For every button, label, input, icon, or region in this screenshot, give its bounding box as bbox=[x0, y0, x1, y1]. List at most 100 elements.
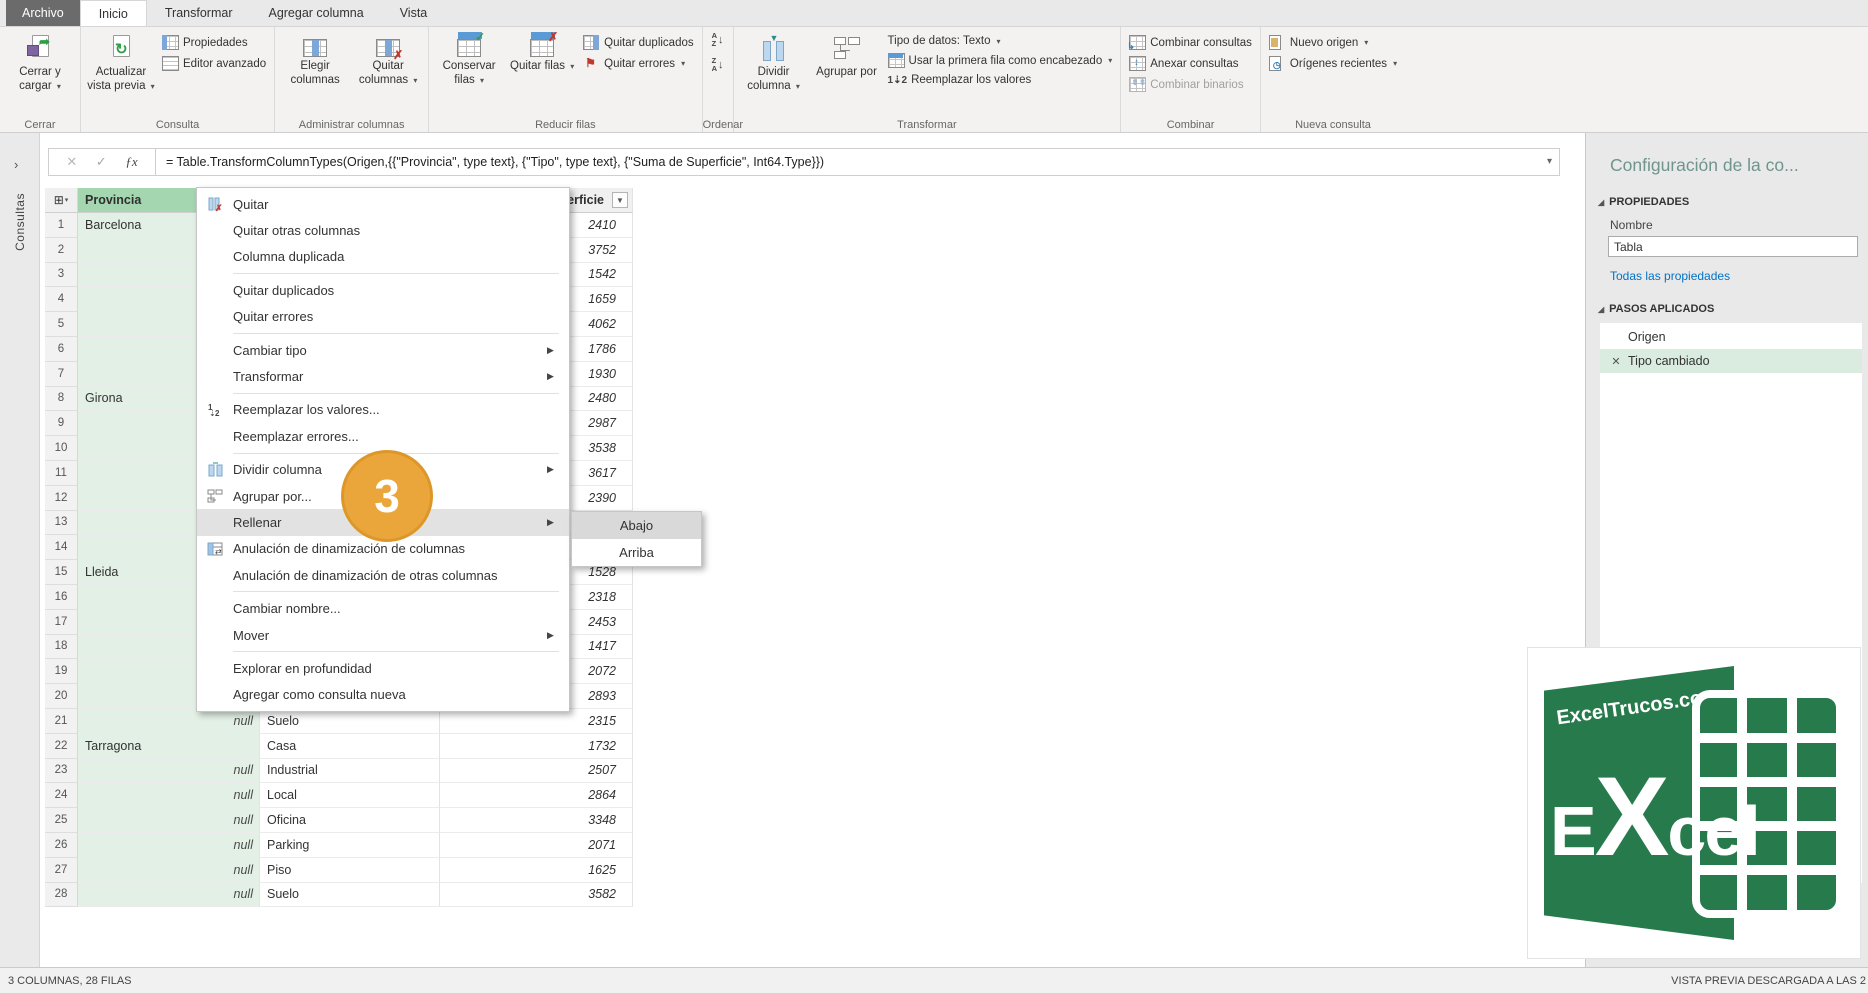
sort-descending-button[interactable]: ZA↓ bbox=[707, 55, 729, 74]
tab-transformar[interactable]: Transformar bbox=[147, 0, 251, 26]
cell-suma-de-superficie[interactable]: 1625 bbox=[440, 858, 633, 883]
cell-tipo[interactable]: Oficina bbox=[260, 808, 440, 833]
formula-expand-icon[interactable]: ▾ bbox=[1547, 156, 1552, 167]
properties-section-header[interactable]: ◢ PROPIEDADES bbox=[1598, 196, 1868, 208]
row-number[interactable]: 24 bbox=[45, 783, 78, 808]
cell-suma-de-superficie[interactable]: 2071 bbox=[440, 833, 633, 858]
cell-provincia[interactable]: Tarragona bbox=[78, 734, 260, 759]
tab-agregar-columna[interactable]: Agregar columna bbox=[250, 0, 381, 26]
refresh-preview-button[interactable]: ↻ Actualizar vista previa ▾ bbox=[85, 30, 157, 97]
menu-item-columna-duplicada[interactable]: Columna duplicada bbox=[197, 244, 569, 270]
cell-tipo[interactable]: Casa bbox=[260, 734, 440, 759]
menu-item-cambiar-nombre[interactable]: Cambiar nombre... bbox=[197, 595, 569, 621]
menu-item-transformar[interactable]: Transformar▶ bbox=[197, 363, 569, 389]
cell-provincia[interactable]: null bbox=[78, 883, 260, 908]
row-number[interactable]: 22 bbox=[45, 734, 78, 759]
tab-inicio[interactable]: Inicio bbox=[80, 0, 147, 26]
menu-item-mover[interactable]: Mover▶ bbox=[197, 622, 569, 648]
cell-provincia[interactable]: null bbox=[78, 833, 260, 858]
keep-rows-button[interactable]: ✓ Conservar filas ▾ bbox=[433, 30, 505, 91]
query-name-input[interactable]: Tabla bbox=[1608, 236, 1858, 257]
cell-tipo[interactable]: Suelo bbox=[260, 883, 440, 908]
new-source-button[interactable]: Nuevo origen▾ bbox=[1265, 34, 1401, 51]
sort-ascending-button[interactable]: AZ↓ bbox=[707, 30, 729, 49]
row-number[interactable]: 27 bbox=[45, 858, 78, 883]
recent-sources-button[interactable]: ◷ Orígenes recientes▾ bbox=[1265, 55, 1401, 72]
cell-provincia[interactable]: null bbox=[78, 808, 260, 833]
submenu-item-abajo[interactable]: Abajo bbox=[572, 512, 701, 539]
menu-item-quitar[interactable]: ✗Quitar bbox=[197, 191, 569, 217]
menu-item-quitar-errores[interactable]: Quitar errores bbox=[197, 304, 569, 330]
all-properties-link[interactable]: Todas las propiedades bbox=[1610, 269, 1868, 283]
menu-item-reemplazar-los-valores[interactable]: 1⇣2Reemplazar los valores... bbox=[197, 397, 569, 423]
cell-suma-de-superficie[interactable]: 3348 bbox=[440, 808, 633, 833]
row-number[interactable]: 23 bbox=[45, 759, 78, 784]
select-all-corner-button[interactable]: ⊞▾ bbox=[45, 188, 78, 213]
row-number[interactable]: 28 bbox=[45, 883, 78, 908]
cell-suma-de-superficie[interactable]: 1732 bbox=[440, 734, 633, 759]
cell-provincia[interactable]: null bbox=[78, 759, 260, 784]
remove-columns-button[interactable]: ✗ Quitar columnas ▾ bbox=[352, 30, 424, 91]
cell-suma-de-superficie[interactable]: 2864 bbox=[440, 783, 633, 808]
split-column-button[interactable]: ▼ Dividir columna ▾ bbox=[738, 30, 810, 97]
replace-values-button[interactable]: 1⇣2 Reemplazar los valores bbox=[884, 73, 1117, 87]
close-and-load-button[interactable]: ➦ Cerrar y cargar ▾ bbox=[4, 30, 76, 97]
cell-tipo[interactable]: Piso bbox=[260, 858, 440, 883]
combine-binaries-button[interactable]: ⇟⇟ Combinar binarios bbox=[1125, 76, 1256, 93]
filter-dropdown-icon[interactable]: ▼ bbox=[612, 192, 628, 208]
row-number[interactable]: 12 bbox=[45, 486, 78, 511]
cell-suma-de-superficie[interactable]: 3582 bbox=[440, 883, 633, 908]
remove-rows-button[interactable]: ✗ Quitar filas ▾ bbox=[506, 30, 578, 77]
cell-suma-de-superficie[interactable]: 2315 bbox=[440, 709, 633, 734]
remove-duplicates-button[interactable]: Quitar duplicados bbox=[579, 34, 698, 51]
menu-item-cambiar-tipo[interactable]: Cambiar tipo▶ bbox=[197, 337, 569, 363]
cell-suma-de-superficie[interactable]: 2507 bbox=[440, 759, 633, 784]
row-number[interactable]: 11 bbox=[45, 461, 78, 486]
row-number[interactable]: 20 bbox=[45, 684, 78, 709]
choose-columns-button[interactable]: Elegir columnas bbox=[279, 30, 351, 91]
first-row-header-button[interactable]: Usar la primera fila como encabezado▾ bbox=[884, 52, 1117, 69]
row-number[interactable]: 21 bbox=[45, 709, 78, 734]
tab-vista[interactable]: Vista bbox=[382, 0, 446, 26]
cell-tipo[interactable]: Parking bbox=[260, 833, 440, 858]
menu-item-anulación-de-dinamización-de-otras-columnas[interactable]: Anulación de dinamización de otras colum… bbox=[197, 562, 569, 588]
applied-steps-section-header[interactable]: ◢ PASOS APLICADOS bbox=[1598, 303, 1868, 315]
row-number[interactable]: 1 bbox=[45, 213, 78, 238]
menu-item-explorar-en-profundidad[interactable]: Explorar en profundidad bbox=[197, 655, 569, 681]
menu-item-reemplazar-errores[interactable]: Reemplazar errores... bbox=[197, 423, 569, 449]
row-number[interactable]: 2 bbox=[45, 238, 78, 263]
cell-provincia[interactable]: null bbox=[78, 858, 260, 883]
row-number[interactable]: 26 bbox=[45, 833, 78, 858]
group-by-button[interactable]: Agrupar por bbox=[811, 30, 883, 83]
row-number[interactable]: 19 bbox=[45, 659, 78, 684]
advanced-editor-button[interactable]: Editor avanzado bbox=[158, 55, 270, 72]
row-number[interactable]: 17 bbox=[45, 610, 78, 635]
row-number[interactable]: 13 bbox=[45, 511, 78, 536]
row-number[interactable]: 3 bbox=[45, 263, 78, 288]
data-type-button[interactable]: Tipo de datos: Texto▾ bbox=[884, 34, 1117, 48]
append-queries-button[interactable]: ↕ Anexar consultas bbox=[1125, 55, 1256, 72]
menu-item-quitar-duplicados[interactable]: Quitar duplicados bbox=[197, 277, 569, 303]
formula-fx-icon[interactable]: ƒx bbox=[125, 154, 137, 170]
row-number[interactable]: 8 bbox=[45, 387, 78, 412]
cell-provincia[interactable]: null bbox=[78, 709, 260, 734]
formula-accept-icon[interactable]: ✓ bbox=[96, 154, 107, 170]
cell-tipo[interactable]: Industrial bbox=[260, 759, 440, 784]
queries-pane-label[interactable]: Consultas bbox=[13, 193, 27, 251]
properties-button[interactable]: Propiedades bbox=[158, 34, 270, 51]
cell-tipo[interactable]: Suelo bbox=[260, 709, 440, 734]
row-number[interactable]: 5 bbox=[45, 312, 78, 337]
row-number[interactable]: 9 bbox=[45, 411, 78, 436]
row-number[interactable]: 7 bbox=[45, 362, 78, 387]
tab-archivo[interactable]: Archivo bbox=[6, 0, 80, 26]
delete-step-icon[interactable]: ✕ bbox=[1610, 355, 1622, 368]
row-number[interactable]: 6 bbox=[45, 337, 78, 362]
row-number[interactable]: 15 bbox=[45, 560, 78, 585]
row-number[interactable]: 14 bbox=[45, 535, 78, 560]
row-number[interactable]: 18 bbox=[45, 635, 78, 660]
queries-pane-expand-arrow[interactable]: › bbox=[14, 157, 18, 172]
row-number[interactable]: 16 bbox=[45, 585, 78, 610]
cell-tipo[interactable]: Local bbox=[260, 783, 440, 808]
row-number[interactable]: 10 bbox=[45, 436, 78, 461]
menu-item-agregar-como-consulta-nueva[interactable]: Agregar como consulta nueva bbox=[197, 682, 569, 708]
